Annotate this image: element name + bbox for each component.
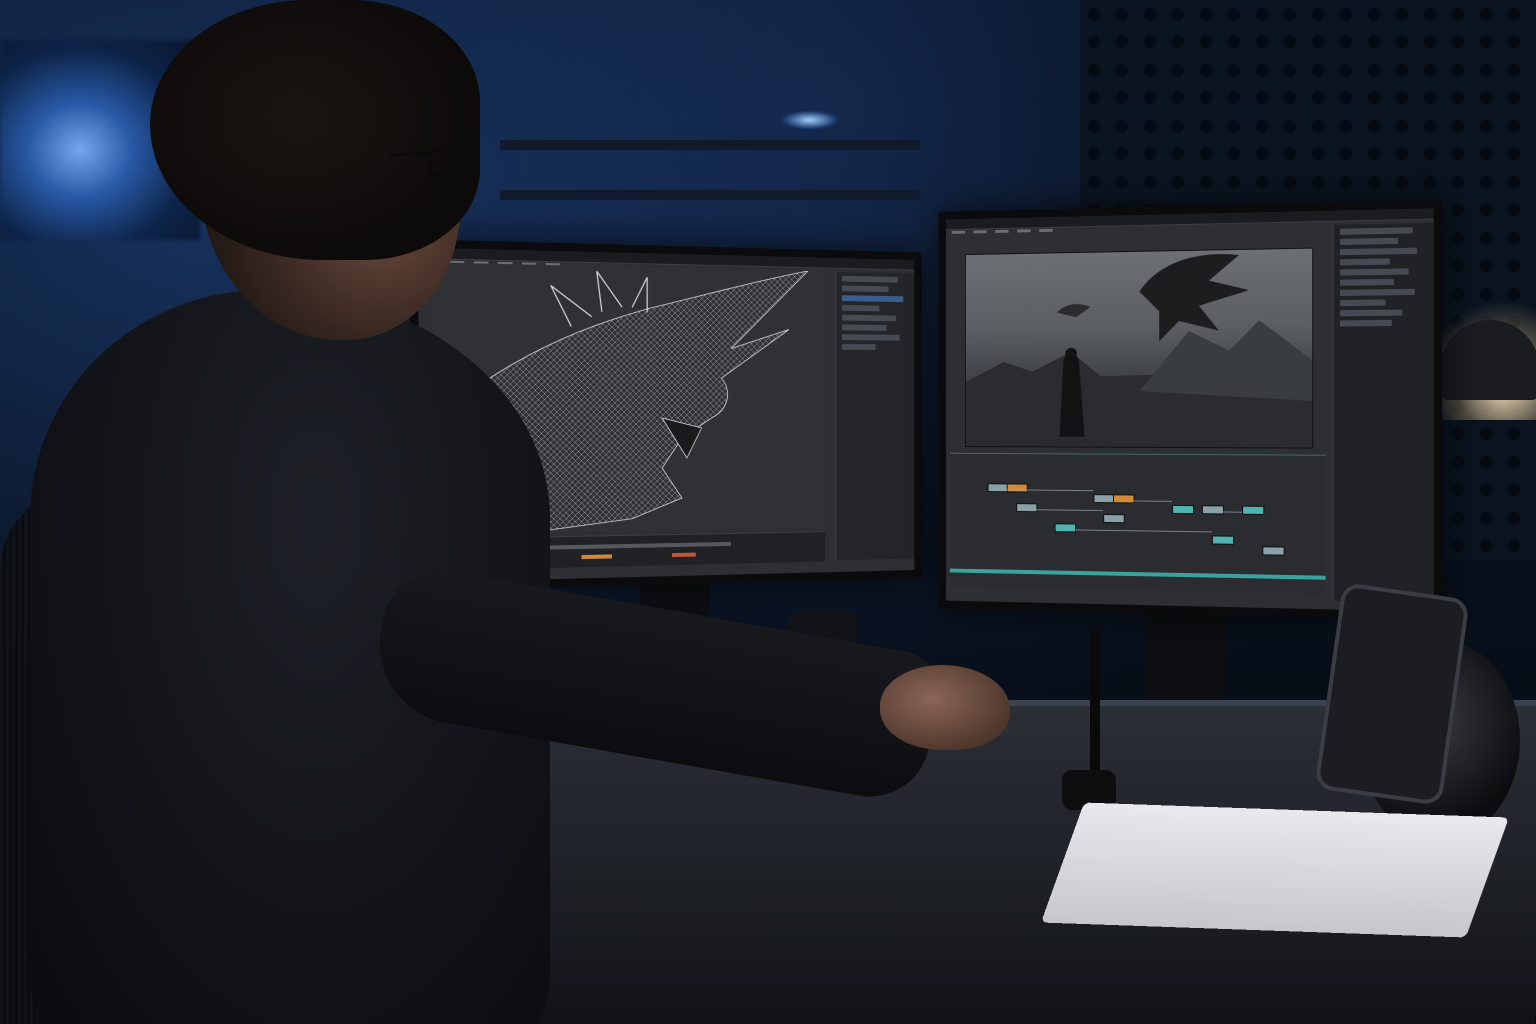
node[interactable] [1242, 505, 1265, 515]
node[interactable] [987, 483, 1009, 493]
shelf [500, 140, 920, 150]
node[interactable] [1103, 514, 1125, 524]
node[interactable] [1093, 494, 1115, 504]
node[interactable] [1211, 535, 1235, 545]
person-hand-on-mouse [880, 665, 1010, 750]
right-monitor-screen[interactable] [946, 208, 1434, 612]
layers-panel[interactable] [1332, 222, 1434, 604]
shelf [500, 190, 920, 200]
shelf-light [780, 110, 840, 130]
node[interactable] [1172, 504, 1194, 515]
compositor-viewer[interactable] [964, 247, 1314, 449]
properties-panel[interactable] [835, 271, 915, 561]
right-monitor [938, 199, 1443, 621]
node[interactable] [1016, 503, 1038, 513]
dragon-scene-icon [965, 253, 1313, 448]
photo-scene [0, 0, 1536, 1024]
node[interactable] [1054, 523, 1076, 533]
node-graph-editor[interactable] [949, 452, 1326, 595]
eyeglasses-icon [390, 147, 472, 177]
notebook [1040, 802, 1510, 938]
node[interactable] [1201, 505, 1224, 515]
node[interactable] [1112, 494, 1135, 504]
node[interactable] [1006, 483, 1028, 493]
node[interactable] [1262, 546, 1285, 556]
stylus-pen [1090, 630, 1100, 780]
